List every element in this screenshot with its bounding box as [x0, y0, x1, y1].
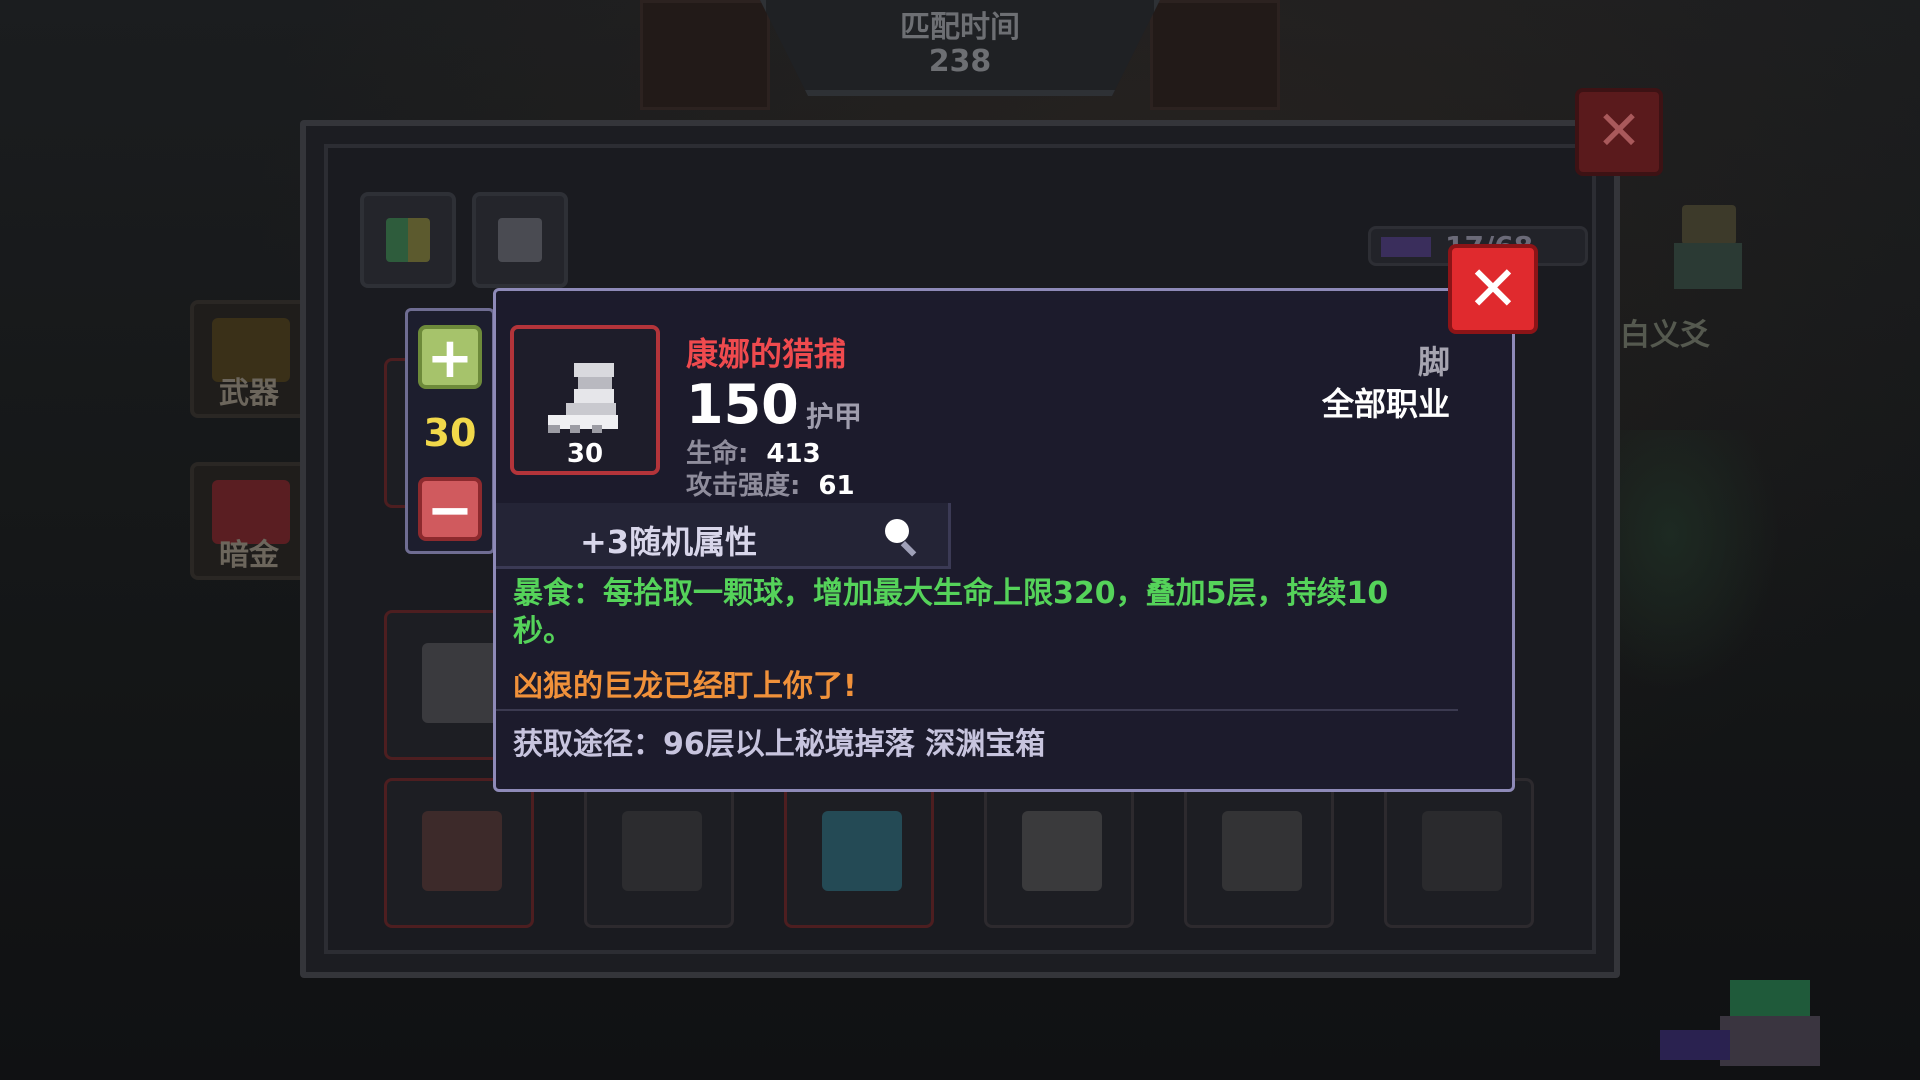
item-name: 康娜的猎捕 — [686, 335, 847, 373]
inventory-slot[interactable] — [984, 778, 1134, 928]
capacity-bar — [1381, 237, 1431, 257]
random-attributes-label: +3随机属性 — [580, 523, 758, 561]
stat-attack-value: 61 — [818, 471, 855, 501]
inventory-slot[interactable] — [584, 778, 734, 928]
item-class-restriction: 全部职业 — [1321, 385, 1450, 423]
background-pillar — [1150, 0, 1280, 110]
stat-attack: 攻击强度: 61 — [686, 465, 855, 502]
item-slot-type: 脚 — [1417, 343, 1450, 381]
boot-item-icon — [822, 811, 902, 891]
inventory-slot[interactable] — [1184, 778, 1334, 928]
match-timer-value: 238 — [928, 44, 992, 79]
item-effect-text: 暴食：每拾取一颗球，增加最大生命上限320，叠加5层，持续10秒。 — [513, 576, 1389, 649]
pet-character-sprite — [1660, 980, 1820, 1066]
boot-item-icon — [422, 643, 502, 723]
inventory-slot[interactable] — [784, 778, 934, 928]
boot-item-icon — [1022, 811, 1102, 891]
ally-character-name: 白义爻 — [1620, 318, 1710, 353]
item-flavor-text: 凶狠的巨龙已经盯上你了! — [513, 669, 857, 704]
background-pillar — [640, 0, 770, 110]
armor-value: 150 — [686, 373, 799, 436]
match-timer: 匹配时间 238 — [760, 0, 1160, 96]
avatar-body — [1674, 243, 1742, 289]
boot-item-icon — [1222, 811, 1302, 891]
stat-attack-label: 攻击强度: — [686, 471, 801, 501]
avatar-head — [1682, 205, 1736, 245]
inventory-slot[interactable] — [1384, 778, 1534, 928]
ally-character-avatar[interactable] — [1660, 195, 1760, 305]
inventory-slot[interactable] — [384, 778, 534, 928]
item-tooltip: 30 康娜的猎捕 150 护甲 生命: 413 攻击强度: 61 脚 全部职业 +3… — [493, 288, 1515, 792]
magnifier-icon[interactable] — [879, 513, 927, 561]
tooltip-divider — [496, 709, 1458, 711]
side-darkgold-label: 暗金 — [219, 538, 279, 573]
side-weapon-label: 武器 — [219, 376, 279, 411]
random-attributes-row[interactable]: +3随机属性 — [496, 503, 951, 569]
boot-icon — [548, 363, 618, 433]
side-weapon-button[interactable]: 武器 — [190, 300, 308, 418]
tooltip-close-button[interactable]: ✕ — [1448, 244, 1538, 334]
stepper-value: 30 — [423, 411, 477, 455]
boot-item-icon — [1422, 811, 1502, 891]
armor-label: 护甲 — [806, 400, 863, 433]
item-tooltip-icon: 30 — [510, 325, 660, 475]
boot-item-icon — [622, 811, 702, 891]
side-darkgold-button[interactable]: 暗金 — [190, 462, 308, 580]
tab-all-items[interactable] — [360, 192, 456, 288]
match-timer-label: 匹配时间 — [900, 10, 1020, 45]
inventory-close-button[interactable]: ✕ — [1575, 88, 1663, 176]
helmet-tab-icon — [498, 218, 542, 262]
item-source-text: 获取途径：96层以上秘境掉落 深渊宝箱 — [513, 727, 1046, 762]
tab-equipment[interactable] — [472, 192, 568, 288]
decrease-button[interactable]: − — [418, 477, 482, 541]
increase-button[interactable]: + — [418, 325, 482, 389]
boot-item-icon — [422, 811, 502, 891]
grid-tab-icon — [386, 218, 430, 262]
level-stepper: + 30 − — [405, 308, 495, 554]
item-level: 30 — [566, 439, 604, 469]
